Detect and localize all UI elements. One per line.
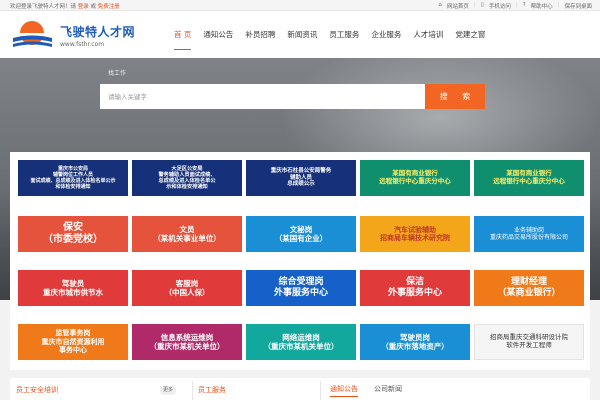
search-button[interactable]: 搜 索: [425, 84, 485, 109]
job-tile-text: 驾驶员岗 （重庆市落地资产）: [381, 333, 449, 351]
top-link-save-desktop[interactable]: 保存到桌面: [564, 2, 592, 10]
nav-news[interactable]: 新闻资讯: [281, 11, 323, 58]
job-tile[interactable]: 综合受理岗 外事服务中心: [246, 270, 356, 306]
job-tile-text: 业务辅助岗 重庆药品交易所股份有限公司: [489, 226, 568, 241]
help-icon: ?: [522, 2, 526, 8]
job-tile[interactable]: 信息系统运维岗 （重庆市某机关单位）: [132, 324, 242, 360]
site-logo[interactable]: [10, 19, 55, 51]
divider: |: [515, 2, 518, 8]
tab-notices[interactable]: 通知公告: [330, 384, 358, 397]
job-tile-text: 招商局重庆交通科研设计院 软件开发工程师: [490, 333, 568, 349]
job-tile[interactable]: 保洁 外事服务中心: [360, 270, 470, 306]
job-tile[interactable]: 某国有商业银行 远程银行中心重庆分中心: [474, 160, 584, 196]
top-link-help[interactable]: 帮助中心: [531, 2, 553, 10]
job-tile-text: 信息系统运维岗 （重庆市某机关单位）: [149, 333, 225, 351]
nav-employee-service[interactable]: 员工服务: [323, 11, 365, 58]
job-tile-text: 监管事务岗 重庆市自然资源利用 事务中心: [41, 329, 105, 355]
login-link[interactable]: 登录: [78, 4, 89, 10]
or-text: 或: [90, 4, 97, 10]
job-tile[interactable]: 业务辅助岗 重庆药品交易所股份有限公司: [474, 216, 584, 252]
job-tile[interactable]: 招商局重庆交通科研设计院 软件开发工程师: [474, 324, 584, 360]
job-tile-text: 汽车试验辅助 招商局车辆技术研究院: [380, 225, 450, 242]
more-button[interactable]: 更多: [160, 386, 177, 395]
job-tile[interactable]: 某国有商业银行 远程银行中心重庆分中心: [360, 160, 470, 196]
job-tile[interactable]: 驾驶员岗 （重庆市落地资产）: [360, 324, 470, 360]
welcome-text: 欢迎登录飞驶特人才网！请 登录 或 免费注册: [10, 2, 120, 10]
safety-training-title: 员工安全培训: [16, 386, 58, 394]
job-tile[interactable]: 文员 （某机关事业单位）: [132, 216, 242, 252]
job-tile-text: 大足区公安局 警务辅助人员面试成绩、 总成绩及进入体检名单公 示和体检安排通知: [158, 165, 216, 191]
job-tile-text: 文秘岗 （某国有企业）: [274, 225, 328, 243]
job-tile-text: 理财经理 （某商业银行）: [497, 277, 561, 298]
job-tile[interactable]: 客服岗 （中国人保）: [132, 270, 242, 306]
job-tile-text: 保洁 外事服务中心: [387, 277, 442, 298]
register-link[interactable]: 免费注册: [98, 4, 120, 10]
search-input[interactable]: [100, 84, 425, 109]
divider: |: [557, 2, 560, 8]
news-tabs-panel: 通知公告 公司新闻: [328, 378, 590, 400]
nav-party-building[interactable]: 党建之窗: [449, 11, 491, 58]
job-tile-text: 驾驶员 重庆市城市供节水: [43, 279, 103, 297]
nav-home[interactable]: 首 页: [168, 11, 197, 58]
job-tile[interactable]: 监管事务岗 重庆市自然资源利用 事务中心: [18, 324, 128, 360]
top-links: ⌂ 网站首页 | ▯ 手机访问 | ? 帮助中心 | 保存到桌面: [438, 2, 592, 10]
site-header: 飞驶特人才网 www.fsthr.com 首 页 通知公告 补员招聘 新闻资讯 …: [0, 11, 600, 58]
job-tile[interactable]: 保安 （市委党校）: [18, 216, 128, 252]
job-tile-text: 重庆市石柱县公安局警务 辅助人员 总成绩公示: [270, 168, 332, 188]
employee-service-title: 员工服务: [198, 386, 226, 394]
nav-recruitment[interactable]: 补员招聘: [239, 11, 281, 58]
top-link-mobile[interactable]: 手机访问: [489, 2, 511, 10]
nav-notices[interactable]: 通知公告: [197, 11, 239, 58]
nav-training[interactable]: 人才培训: [407, 11, 449, 58]
top-link-home[interactable]: 网站首页: [447, 2, 469, 10]
divider: [192, 381, 193, 400]
job-tile-text: 重庆市公安局 辅警岗位工作人员 面试成绩、总成绩及进入体检名单公示 和体检安排通…: [30, 166, 116, 190]
job-tile-text: 网络运维岗 （重庆市某机关单位）: [263, 333, 339, 351]
job-tile-text: 保安 （市委党校）: [43, 222, 103, 245]
brand-name[interactable]: 飞驶特人才网: [60, 23, 135, 40]
job-tile[interactable]: 驾驶员 重庆市城市供节水: [18, 270, 128, 306]
job-tile[interactable]: 重庆市公安局 辅警岗位工作人员 面试成绩、总成绩及进入体检名单公示 和体检安排通…: [18, 160, 128, 196]
bottom-panels: 员工安全培训 更多 员工服务 通知公告 公司新闻: [10, 378, 590, 400]
job-tile[interactable]: 大足区公安局 警务辅助人员面试成绩、 总成绩及进入体检名单公 示和体检安排通知: [132, 160, 242, 196]
divider: [320, 381, 321, 400]
brand-domain: www.fsthr.com: [60, 41, 105, 48]
safety-training-panel: 员工安全培训 更多: [10, 378, 190, 400]
home-icon: ⌂: [438, 2, 442, 8]
job-tile-text: 某国有商业银行 远程银行中心重庆分中心: [493, 169, 565, 185]
job-tile-text: 综合受理岗 外事服务中心: [273, 277, 328, 298]
nav-enterprise-service[interactable]: 企业服务: [365, 11, 407, 58]
divider: |: [473, 2, 476, 8]
job-tile-text: 某国有商业银行 远程银行中心重庆分中心: [379, 169, 451, 185]
main-nav: 首 页 通知公告 补员招聘 新闻资讯 员工服务 企业服务 人才培训 党建之窗: [168, 11, 491, 58]
job-tile[interactable]: 重庆市石柱县公安局警务 辅助人员 总成绩公示: [246, 160, 356, 196]
mobile-icon: ▯: [480, 2, 484, 8]
job-tile[interactable]: 汽车试验辅助 招商局车辆技术研究院: [360, 216, 470, 252]
job-tile[interactable]: 文秘岗 （某国有企业）: [246, 216, 356, 252]
tab-company-news[interactable]: 公司新闻: [374, 384, 402, 394]
job-tile[interactable]: 网络运维岗 （重庆市某机关单位）: [246, 324, 356, 360]
employee-service-panel: 员工服务: [196, 378, 316, 400]
top-utility-bar: 欢迎登录飞驶特人才网！请 登录 或 免费注册 ⌂ 网站首页 | ▯ 手机访问 |…: [0, 0, 600, 11]
job-tiles-panel: 重庆市公安局 辅警岗位工作人员 面试成绩、总成绩及进入体检名单公示 和体检安排通…: [10, 152, 590, 370]
job-tile-text: 文员 （某机关事业单位）: [153, 225, 221, 243]
search-tab-find-job[interactable]: 找工作: [108, 68, 126, 77]
welcome-message: 欢迎登录飞驶特人才网！请: [10, 4, 77, 10]
job-tile[interactable]: 理财经理 （某商业银行）: [474, 270, 584, 306]
job-tile-text: 客服岗 （中国人保）: [164, 279, 210, 297]
